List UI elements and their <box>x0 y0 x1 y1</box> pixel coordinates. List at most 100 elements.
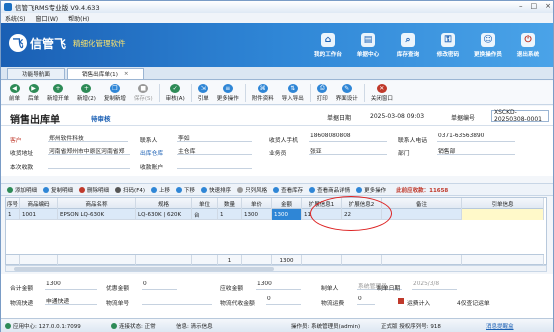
grid-cell[interactable]: LQ-630K | 620K <box>136 209 192 220</box>
scrollbar-thumb[interactable] <box>14 267 274 271</box>
import-icon: ⇲ <box>198 83 209 93</box>
warehouse-field[interactable]: 主仓库 <box>177 146 252 155</box>
message-link[interactable]: 消息提醒盒 <box>486 322 514 330</box>
table-row[interactable]: 1 1001 EPSON LQ-630K LQ-630K | 620K 台 1 1300 13… <box>6 209 544 220</box>
grid-tool-button[interactable]: 复制明细 <box>43 186 73 194</box>
close-tab-icon[interactable]: × <box>124 71 129 77</box>
toolbar-button-import[interactable]: ⇲ 引单 <box>194 82 213 104</box>
toolbar-button-design[interactable]: ✎ 界面设计 <box>332 82 362 104</box>
toolbar-button-close[interactable]: ✕ 关闭窗口 <box>367 82 397 104</box>
window-title: 信管飞RMS专业版 V9.4.633 <box>15 4 100 12</box>
address-label: 收货地址 <box>10 151 34 157</box>
grid-cell: 单位 <box>192 198 218 209</box>
grid-tool-button[interactable]: 查看库存 <box>273 186 303 194</box>
save-icon: ■ <box>138 83 149 93</box>
ship-no-field[interactable] <box>142 296 212 305</box>
address-field[interactable]: 河南省郑州市中原区河南省郑 <box>48 146 130 155</box>
grid-cell[interactable]: 台 <box>192 209 218 220</box>
grid-totals: 1 1300 <box>6 254 544 266</box>
grid-cell: 扩展信息2 <box>342 198 382 209</box>
toolbar-button-label: 引单 <box>197 95 209 102</box>
grid-cell[interactable]: 1300 <box>272 209 302 220</box>
toolbar-button-label: 关闭窗口 <box>370 95 393 102</box>
menu-system[interactable]: 系统(S) <box>5 14 26 23</box>
status-conn: 连接状态: 正常 <box>111 322 156 330</box>
grid-tool-button[interactable]: 添加明细 <box>7 186 37 194</box>
toolbar-button-check[interactable]: ✓ 审核(A) <box>162 82 189 104</box>
grid-cell[interactable]: 1001 <box>20 209 58 220</box>
grid-tool-button[interactable]: 更多操作 <box>356 186 386 194</box>
grid-cell[interactable] <box>462 209 544 220</box>
toolbar-button-plus[interactable]: + 新增开单 <box>43 82 73 104</box>
status-operator: 操作员: 系统管理员(admin) <box>291 322 360 330</box>
title-bar: 信管飞RMS专业版 V9.4.633 – □ × <box>1 1 553 13</box>
grid-tool-button[interactable]: 删除明细 <box>79 186 109 194</box>
payment-field[interactable] <box>48 160 130 169</box>
grid-cell[interactable]: 1 <box>6 209 20 220</box>
horizontal-scrollbar[interactable] <box>5 265 547 272</box>
cod-field[interactable]: 0 <box>266 296 301 305</box>
customer-field[interactable]: 郑州软件科技 <box>48 133 128 142</box>
grid-tool-button[interactable]: 查看商品详情 <box>309 186 350 194</box>
toolbar-button-label: 新增开单 <box>47 95 70 102</box>
customer-label[interactable]: 客户 <box>10 135 22 144</box>
toolbar-button-import-export[interactable]: ⇅ 导入导出 <box>278 82 308 104</box>
stock-query-button[interactable]: ⌕ 库存查询 <box>389 25 427 65</box>
salesman-label: 业务员 <box>269 151 287 157</box>
doc-no-field[interactable]: XSCKD-20250308-0001 <box>491 109 549 123</box>
toolbar-button-prev[interactable]: ◀ 前单 <box>5 82 24 104</box>
salesman-field[interactable]: 张亚 <box>309 146 387 155</box>
tel-field[interactable]: 0371-63563890 <box>437 133 515 142</box>
freight-label: 物流运费 <box>321 301 345 307</box>
grid-tool-button[interactable]: 上移 <box>151 186 170 194</box>
toolbar-button-next[interactable]: ▶ 后单 <box>24 82 43 104</box>
tab-navigation[interactable]: 功能导航面 <box>7 68 65 79</box>
minimize-icon[interactable]: – <box>519 2 523 10</box>
total-label: 合计金额 <box>10 286 34 292</box>
grid-cell[interactable]: 22 <box>342 209 382 220</box>
freight-field[interactable]: 0 <box>357 296 375 305</box>
doc-header: 销售出库单 待审核 单据日期 2025-03-08 09:03 单据编号 XSC… <box>1 106 553 126</box>
maximize-icon[interactable]: □ <box>531 2 538 10</box>
menu-window[interactable]: 窗口(W) <box>36 14 59 23</box>
account-field[interactable] <box>177 160 252 169</box>
dept-field[interactable]: 销售部 <box>437 146 515 155</box>
toolbar-button-label: 审核(A) <box>165 95 185 102</box>
toolbar-button-more[interactable]: ≡ 更多操作 <box>213 82 243 104</box>
grid-tool-button[interactable]: 下移 <box>176 186 195 194</box>
grid-tool-button[interactable]: 只列风格 <box>237 186 267 194</box>
freight-checkbox[interactable] <box>398 298 404 304</box>
tab-bar: 功能导航面 销售出库单(1) × <box>1 67 553 80</box>
toolbar-button-label: 界面设计 <box>335 95 358 102</box>
grid-tool-label: 查看库存 <box>281 187 304 194</box>
toolbar-separator <box>363 83 365 102</box>
change-password-button[interactable]: ⚿ 修改密码 <box>429 25 467 65</box>
tab-sales-outbound[interactable]: 销售出库单(1) × <box>66 68 144 79</box>
close-window-icon[interactable]: × <box>545 2 551 10</box>
exit-system-button[interactable]: ⏻ 退出系统 <box>509 25 547 65</box>
grid-tool-button[interactable]: 快速排序 <box>201 186 231 194</box>
grid-tool-button[interactable]: 扫码(F4) <box>115 186 145 194</box>
status-server: 应用中心: 127.0.0.1:7099 <box>5 322 81 330</box>
document-center-button[interactable]: ▤ 单据中心 <box>349 25 387 65</box>
doc-no-label: 单据编号 <box>451 115 476 122</box>
toolbar-button-print[interactable]: ⎙ 打印 <box>313 82 332 104</box>
toolbar-button-plus[interactable]: + 新增(2) <box>73 82 100 104</box>
warehouse-label[interactable]: 出库仓库 <box>140 148 163 157</box>
document-icon: ▤ <box>361 32 375 47</box>
contact-field[interactable]: 李如 <box>177 133 252 142</box>
ship-field[interactable]: 申通快递 <box>45 296 97 305</box>
toolbar-button-save[interactable]: ■ 保存(S) <box>130 82 157 104</box>
phone-field[interactable]: 18608080808 <box>309 133 387 142</box>
switch-operator-button[interactable]: ☺ 更换操作员 <box>469 25 507 65</box>
toolbar-button-attachment[interactable]: ⌘ 附件资料 <box>248 82 278 104</box>
grid-cell[interactable]: 1300 <box>242 209 272 220</box>
discount-field[interactable]: 0 <box>142 281 177 290</box>
grid-cell[interactable]: 1 <box>218 209 242 220</box>
menu-help[interactable]: 帮助(H) <box>68 14 89 23</box>
toolbar-button-copy[interactable]: ❐ 复制新增 <box>100 82 130 104</box>
grid-cell[interactable]: EPSON LQ-630K <box>58 209 136 220</box>
grid-cell[interactable]: 11 <box>302 209 342 220</box>
workbench-button[interactable]: ⌂ 我的工作台 <box>309 25 347 65</box>
grid-cell[interactable] <box>382 209 462 220</box>
